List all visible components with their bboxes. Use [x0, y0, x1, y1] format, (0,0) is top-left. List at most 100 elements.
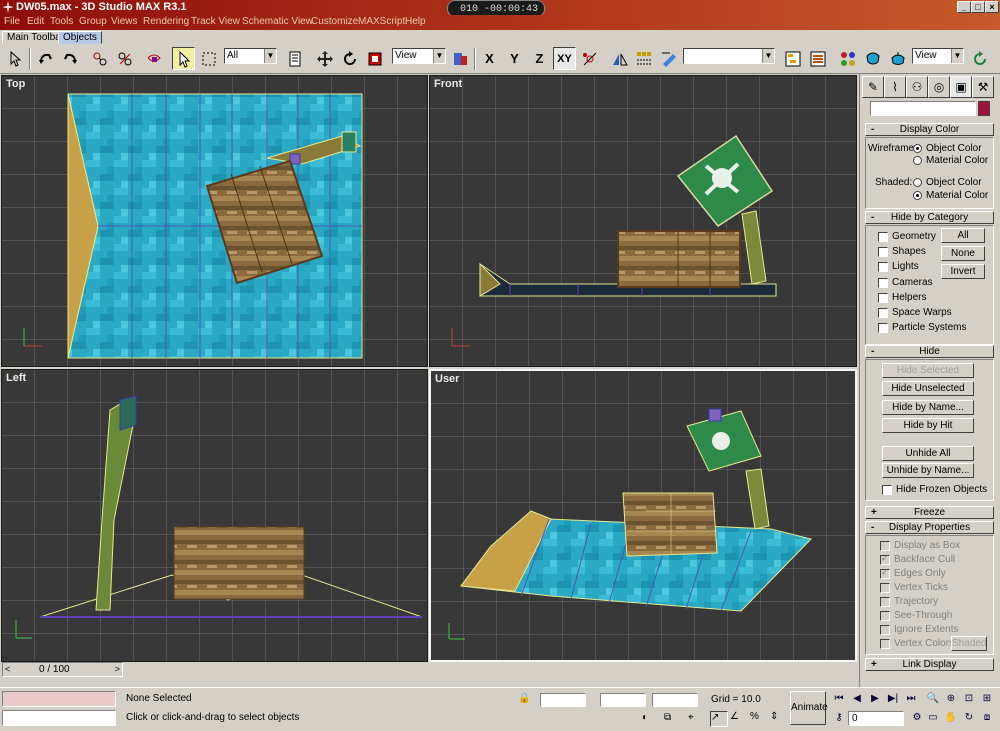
wireframe-material-color-radio[interactable]: [913, 156, 922, 165]
wireframe-object-color-radio[interactable]: [913, 144, 922, 153]
key-mode-icon[interactable]: ⚷: [832, 711, 846, 725]
x-coord-field[interactable]: [540, 693, 586, 707]
restrict-x-button[interactable]: X: [478, 47, 501, 70]
trajectory-checkbox[interactable]: [880, 597, 890, 607]
menu-track-view[interactable]: Track View: [191, 16, 240, 27]
display-as-box-checkbox[interactable]: [880, 541, 890, 551]
arc-rotate-icon[interactable]: ↻: [962, 711, 976, 725]
object-name-field[interactable]: [870, 101, 976, 116]
redo-icon[interactable]: [58, 47, 81, 70]
maximize-button[interactable]: □: [971, 1, 985, 13]
select-and-link-icon[interactable]: [88, 47, 111, 70]
zoom-icon[interactable]: 🔍: [926, 692, 940, 706]
restrict-xy-button[interactable]: XY: [553, 47, 576, 70]
select-object-icon[interactable]: [172, 47, 195, 70]
hide-by-name-button[interactable]: Hide by Name...: [882, 400, 974, 415]
hide-selected-button[interactable]: Hide Selected: [882, 363, 974, 378]
track-view-icon[interactable]: [781, 47, 804, 70]
viewport-front[interactable]: Front: [429, 75, 857, 367]
helpers-checkbox[interactable]: [878, 293, 888, 303]
degradation-override-icon[interactable]: ◐: [642, 712, 656, 726]
category-invert-button[interactable]: Invert: [941, 264, 985, 279]
ignore-extents-checkbox[interactable]: [880, 625, 890, 635]
select-and-move-icon[interactable]: [313, 47, 336, 70]
utilities-tab-icon[interactable]: ⚒: [972, 76, 994, 98]
pan-icon[interactable]: ✋: [944, 711, 958, 725]
bind-space-warp-icon[interactable]: [142, 47, 165, 70]
geometry-checkbox[interactable]: [878, 232, 888, 242]
selection-lock-icon[interactable]: 🔒: [518, 693, 530, 705]
menu-customize[interactable]: Customize: [311, 16, 358, 27]
hierarchy-tab-icon[interactable]: ⚇: [906, 76, 928, 98]
menu-rendering[interactable]: Rendering: [143, 16, 189, 27]
category-none-button[interactable]: None: [941, 246, 985, 261]
pivot-center-icon[interactable]: [449, 47, 472, 70]
current-frame-field[interactable]: 0: [848, 711, 904, 726]
time-slider[interactable]: < 0 / 100 >: [2, 662, 123, 677]
shaded-material-color-radio[interactable]: [913, 191, 922, 200]
cameras-checkbox[interactable]: [878, 278, 888, 288]
hide-frozen-checkbox[interactable]: [882, 485, 892, 495]
slider-right-arrow-icon[interactable]: >: [115, 664, 120, 674]
magnet-icon[interactable]: ⌖: [688, 712, 702, 726]
animate-button[interactable]: Animate: [790, 691, 828, 725]
render-type-dropdown[interactable]: View ▼: [912, 48, 964, 64]
slider-left-arrow-icon[interactable]: <: [5, 664, 10, 674]
display-color-header[interactable]: - Display Color: [865, 123, 994, 136]
next-frame-icon[interactable]: ▶|: [886, 692, 900, 706]
angle-snap-icon[interactable]: ∠: [730, 711, 748, 727]
menu-schematic-view[interactable]: Schematic View: [242, 16, 313, 27]
reference-coordinate-dropdown[interactable]: View ▼: [392, 48, 446, 64]
menu-help[interactable]: Help: [405, 16, 426, 27]
link-display-header[interactable]: + Link Display: [865, 658, 994, 671]
menu-file[interactable]: File: [4, 16, 20, 27]
space-warps-checkbox[interactable]: [878, 308, 888, 318]
hide-by-hit-button[interactable]: Hide by Hit: [882, 418, 974, 433]
hide-unselected-button[interactable]: Hide Unselected: [882, 381, 974, 396]
shaded-object-color-radio[interactable]: [913, 178, 922, 187]
region-zoom-icon[interactable]: ▭: [926, 711, 940, 725]
minimize-button[interactable]: _: [957, 1, 971, 13]
undo-icon[interactable]: [34, 47, 57, 70]
create-tab-icon[interactable]: ✎: [862, 76, 884, 98]
display-tab-icon[interactable]: ▣: [950, 76, 972, 98]
menu-edit[interactable]: Edit: [27, 16, 44, 27]
hide-header[interactable]: - Hide: [865, 345, 994, 358]
shaded-button[interactable]: Shaded: [951, 636, 987, 651]
select-by-name-icon[interactable]: [284, 47, 307, 70]
min-max-toggle-icon[interactable]: ⧈: [980, 711, 994, 725]
menu-views[interactable]: Views: [111, 16, 138, 27]
viewport-user[interactable]: User: [429, 369, 857, 662]
see-through-checkbox[interactable]: [880, 611, 890, 621]
vertex-ticks-checkbox[interactable]: [880, 583, 890, 593]
material-editor-icon[interactable]: [836, 47, 859, 70]
tab-objects[interactable]: Objects: [58, 31, 102, 44]
quick-render-icon[interactable]: [886, 47, 909, 70]
render-scene-icon[interactable]: [861, 47, 884, 70]
percent-snap-icon[interactable]: %: [750, 711, 768, 727]
particle-systems-checkbox[interactable]: [878, 323, 888, 333]
close-button[interactable]: ×: [985, 1, 999, 13]
zoom-all-icon[interactable]: ⊕: [944, 692, 958, 706]
edges-only-checkbox[interactable]: [880, 567, 890, 579]
select-and-rotate-icon[interactable]: [338, 47, 361, 70]
restrict-y-button[interactable]: Y: [503, 47, 526, 70]
viewport-top[interactable]: Top: [1, 75, 428, 367]
help-pointer-icon[interactable]: [4, 47, 27, 70]
shapes-checkbox[interactable]: [878, 247, 888, 257]
array-icon[interactable]: [632, 47, 655, 70]
vertex-colors-checkbox[interactable]: [880, 639, 890, 649]
region-selection-icon[interactable]: [197, 47, 220, 70]
hide-by-category-header[interactable]: - Hide by Category: [865, 211, 994, 224]
spinner-snap-icon[interactable]: ⇕: [770, 711, 788, 727]
schematic-view-icon[interactable]: [806, 47, 829, 70]
unlink-icon[interactable]: [113, 47, 136, 70]
previous-frame-icon[interactable]: ◀: [850, 692, 864, 706]
inverse-kinematics-icon[interactable]: [578, 47, 601, 70]
render-last-icon[interactable]: [968, 47, 991, 70]
go-to-start-icon[interactable]: ⏮: [832, 692, 846, 706]
display-properties-header[interactable]: - Display Properties: [865, 521, 994, 534]
restrict-z-button[interactable]: Z: [528, 47, 551, 70]
maxscript-listener-white[interactable]: [2, 710, 116, 726]
z-coord-field[interactable]: [652, 693, 698, 707]
